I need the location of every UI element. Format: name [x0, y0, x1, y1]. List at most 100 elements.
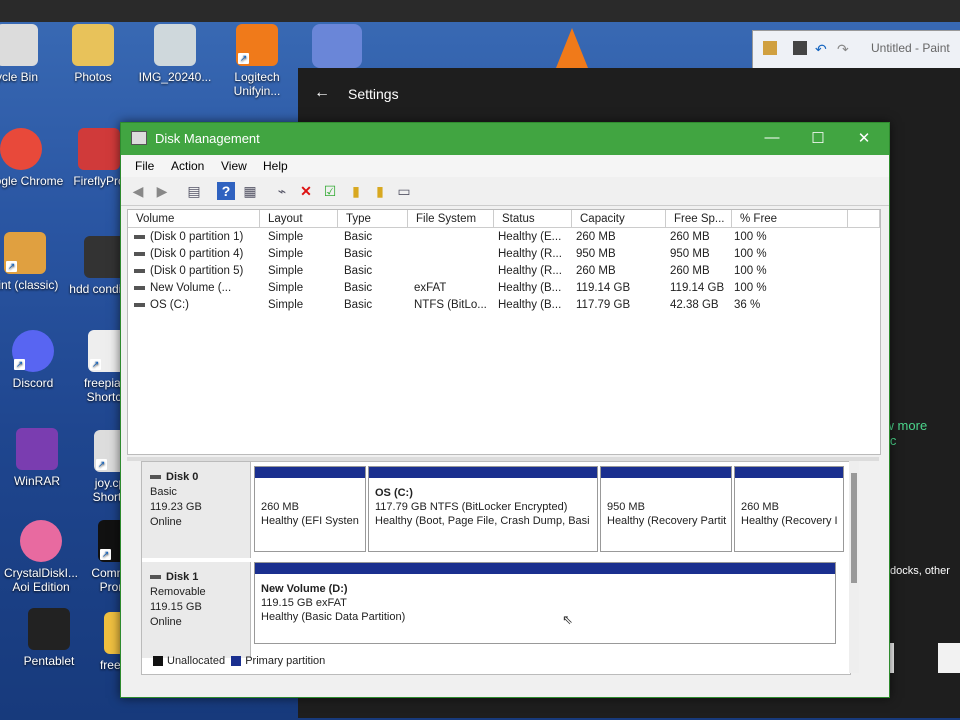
table-row[interactable]: New Volume (... Simple Basic exFAT Healthy (…: [128, 280, 880, 297]
volume-icon: [134, 234, 145, 239]
table-row[interactable]: (Disk 0 partition 5) Simple Basic Healthy (…: [128, 263, 880, 280]
table-cell-volume: (Disk 0 partition 1): [134, 229, 243, 246]
maximize-button[interactable]: ☐: [803, 129, 833, 147]
menu-file[interactable]: File: [135, 159, 154, 173]
partition-name: New Volume (D:): [261, 583, 348, 595]
menu-help[interactable]: Help: [263, 159, 288, 173]
desktop-icon-discord[interactable]: ↗ Discord: [0, 330, 76, 390]
view-icon[interactable]: ▭: [395, 182, 413, 200]
column-header-percent-free[interactable]: % Free: [732, 210, 848, 228]
mouse-cursor-icon: ⇖: [562, 612, 573, 627]
disk-icon: [150, 575, 161, 580]
table-cell-status: Healthy (R...: [498, 248, 562, 260]
partition-recovery-2[interactable]: 260 MB Healthy (Recovery I: [734, 466, 844, 552]
disk-1-info[interactable]: Disk 1 Removable 119.15 GB Online: [142, 562, 251, 658]
desktop-icon-logitech[interactable]: ↗ Logitech Unifyin...: [214, 24, 300, 98]
volume-icon: [134, 251, 145, 256]
app-icon[interactable]: [312, 24, 362, 68]
import-icon[interactable]: ▮: [347, 182, 365, 200]
disk-kind: Removable: [150, 586, 206, 598]
disk-graphical-view[interactable]: Disk 0 Basic 119.23 GB Online 260 MB Hea…: [141, 461, 851, 675]
table-cell-volume: New Volume (...: [134, 280, 231, 297]
graphical-view-scrollbar[interactable]: [849, 461, 859, 673]
paint-window[interactable]: ↶ ↷ Untitled - Paint: [752, 30, 960, 72]
minimize-button[interactable]: —: [757, 129, 787, 146]
table-cell-layout: Simple: [268, 282, 304, 294]
image-file-icon: [154, 24, 196, 66]
desktop-icon-img[interactable]: IMG_20240...: [132, 24, 218, 84]
toolbar: ◀ ▶ ▤ ? ▦ ⌁ ✕ ☑ ▮ ▮ ▭: [121, 177, 889, 206]
table-cell-free: 42.38 GB: [670, 299, 719, 311]
undo-icon[interactable]: ↶: [815, 41, 829, 57]
desktop-icon-label: Google Chrome: [0, 174, 64, 188]
partition-new-volume-d[interactable]: New Volume (D:) 119.15 GB exFAT Healthy …: [254, 562, 836, 644]
menu-view[interactable]: View: [221, 159, 247, 173]
export-icon[interactable]: ▮: [371, 182, 389, 200]
table-cell-free: 950 MB: [670, 248, 710, 260]
desktop-icon-paint[interactable]: ↗ aint (classic): [0, 232, 68, 292]
desktop-icon-label: WinRAR: [13, 474, 60, 488]
menu-action[interactable]: Action: [171, 159, 204, 173]
xp-pen-icon: [28, 608, 70, 650]
desktop-icon-crystaldiskinfo[interactable]: CrystalDiskI... Aoi Edition: [0, 520, 84, 594]
table-cell-pct: 36 %: [734, 299, 761, 311]
discord-icon: ↗: [12, 330, 54, 372]
disk-management-window[interactable]: Disk Management — ☐ ✕ File Action View H…: [120, 122, 890, 698]
disk-0-info[interactable]: Disk 0 Basic 119.23 GB Online: [142, 462, 251, 558]
partition-name: OS (C:): [375, 487, 413, 499]
scrollbar-thumb[interactable]: [851, 473, 857, 583]
partition-status: Healthy (Recovery I: [741, 515, 838, 527]
disk-name: Disk 1: [166, 571, 199, 583]
table-cell-status: Healthy (E...: [498, 231, 562, 243]
forward-icon[interactable]: ▶: [153, 182, 171, 200]
save-icon[interactable]: [793, 41, 807, 55]
column-header-volume[interactable]: Volume: [128, 210, 260, 228]
back-icon[interactable]: ◀: [129, 182, 147, 200]
shortcut-arrow-icon: ↗: [96, 459, 107, 470]
volume-list[interactable]: Volume Layout Type File System Status Ca…: [127, 209, 881, 455]
table-cell-layout: Simple: [268, 248, 304, 260]
volume-label: (Disk 0 partition 4): [150, 248, 244, 260]
primary-partition-bar: [735, 467, 843, 478]
column-header-capacity[interactable]: Capacity: [572, 210, 666, 228]
column-header-type[interactable]: Type: [338, 210, 408, 228]
desktop-icon-pentablet[interactable]: Pentablet: [6, 608, 92, 668]
column-header-file-system[interactable]: File System: [408, 210, 494, 228]
properties-icon[interactable]: ▦: [241, 182, 259, 200]
help-icon[interactable]: ?: [217, 182, 235, 200]
arrow-left-icon[interactable]: ←: [314, 84, 330, 102]
table-row[interactable]: (Disk 0 partition 4) Simple Basic Healthy (…: [128, 246, 880, 263]
column-header-layout[interactable]: Layout: [260, 210, 338, 228]
column-header-status[interactable]: Status: [494, 210, 572, 228]
recycle-bin-icon: [0, 24, 38, 66]
vlc-icon[interactable]: [556, 28, 588, 68]
redo-icon[interactable]: ↷: [837, 41, 851, 57]
table-row[interactable]: (Disk 0 partition 1) Simple Basic Healthy (…: [128, 229, 880, 246]
logitech-icon: ↗: [236, 24, 278, 66]
connect-icon[interactable]: ⌁: [273, 182, 291, 200]
table-cell-free: 260 MB: [670, 231, 710, 243]
partition-efi[interactable]: 260 MB Healthy (EFI Systen: [254, 466, 366, 552]
table-cell-capacity: 260 MB: [576, 265, 616, 277]
check-icon[interactable]: ☑: [321, 182, 339, 200]
title-bar[interactable]: Disk Management — ☐ ✕: [121, 123, 889, 155]
legend-primary: Primary partition: [245, 655, 326, 667]
table-cell-layout: Simple: [268, 231, 304, 243]
menu-bar: File Action View Help: [121, 155, 889, 177]
desktop-icon-label: aint (classic): [0, 278, 59, 292]
paint-icon: [763, 41, 777, 55]
close-button[interactable]: ✕: [849, 129, 879, 147]
shortcut-arrow-icon: ↗: [14, 359, 25, 370]
partition-os-c[interactable]: OS (C:) 117.79 GB NTFS (BitLocker Encryp…: [368, 466, 598, 552]
settings-title: Settings: [348, 86, 399, 102]
console-icon[interactable]: ▤: [185, 182, 203, 200]
monitor-bezel: [0, 0, 960, 22]
column-header-free-space[interactable]: Free Sp...: [666, 210, 732, 228]
desktop-icon-photos[interactable]: Photos: [50, 24, 136, 84]
desktop-icon-chrome[interactable]: Google Chrome: [0, 128, 64, 188]
partition-recovery-1[interactable]: 950 MB Healthy (Recovery Partit: [600, 466, 732, 552]
desktop-icon-winrar[interactable]: WinRAR: [0, 428, 80, 488]
table-cell-capacity: 117.79 GB: [576, 299, 631, 311]
table-row[interactable]: OS (C:) Simple Basic NTFS (BitLo... Healthy …: [128, 297, 880, 314]
delete-icon[interactable]: ✕: [297, 182, 315, 200]
